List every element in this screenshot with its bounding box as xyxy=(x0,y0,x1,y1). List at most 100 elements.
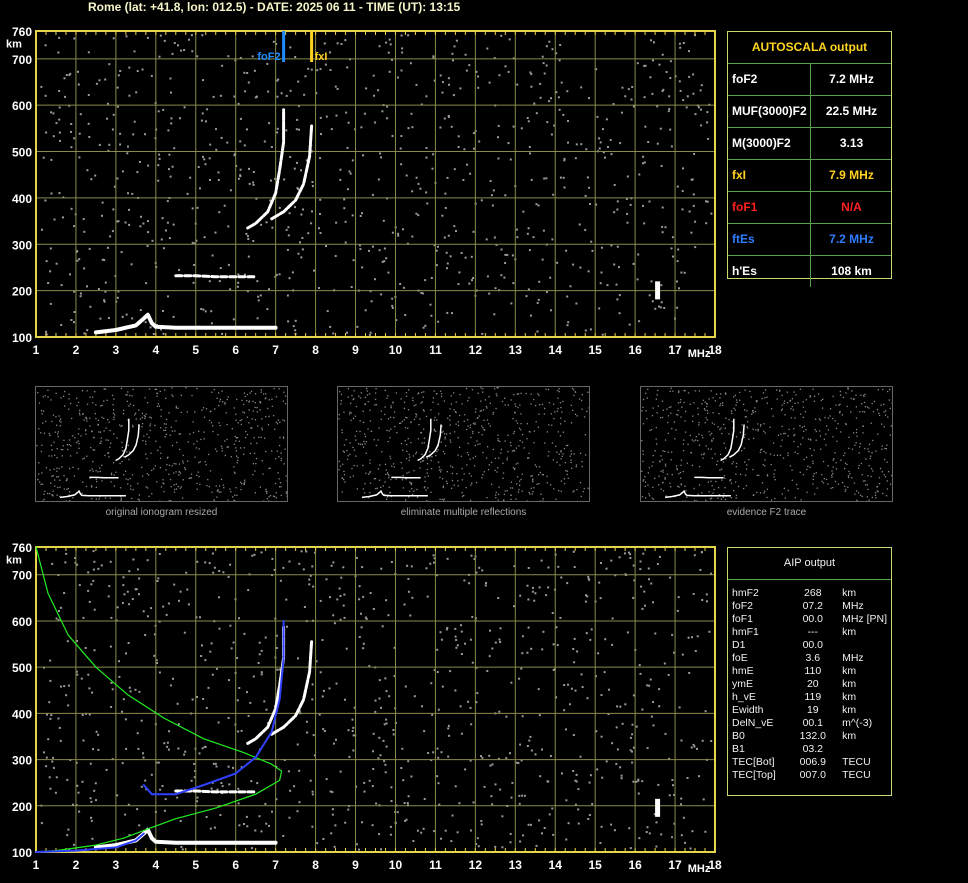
autoscala-row-value: 7.9 MHz xyxy=(829,168,874,182)
autoscala-row-ftes: ftEs 7.2 MHz xyxy=(728,224,891,256)
aip-param-value: 19 xyxy=(806,704,819,716)
x-tick-label: 6 xyxy=(232,858,239,872)
y-tick-label: 400 xyxy=(12,192,32,206)
y-tick-label: 200 xyxy=(12,800,32,814)
aip-param-name: h_vE xyxy=(732,691,756,703)
aip-param-unit: km xyxy=(842,587,857,599)
aip-param-name: DelN_vE xyxy=(732,717,774,729)
autoscala-row-value: 7.2 MHz xyxy=(829,72,874,86)
grid-lines xyxy=(35,547,716,853)
aip-param-value: --- xyxy=(807,626,819,638)
aip-param-unit: MHz xyxy=(842,600,864,612)
aip-row: B1 03.2 xyxy=(732,743,891,756)
y-tick-label: 300 xyxy=(12,754,32,768)
aip-param-value: 132.0 xyxy=(799,730,826,742)
x-tick-label: 2 xyxy=(73,858,80,872)
x-tick-label: 14 xyxy=(549,858,563,872)
x-tick-label: 3 xyxy=(113,858,120,872)
aip-row: ymE 20 km xyxy=(732,678,891,691)
x-tick-label: 17 xyxy=(668,343,682,357)
x-tick-label: 15 xyxy=(588,858,602,872)
x-tick-label: 9 xyxy=(352,858,359,872)
ionogram-header: Rome (lat: +41.8, lon: 012.5) - DATE: 20… xyxy=(88,0,461,14)
thumbnail-caption: eliminate multiple reflections xyxy=(400,507,527,518)
y-tick-label: 700 xyxy=(12,569,32,583)
thumbnail-original xyxy=(35,386,288,502)
aip-param-name: hmF1 xyxy=(732,626,759,638)
aip-param-value: 20 xyxy=(806,678,819,690)
x-tick-label: 4 xyxy=(152,858,159,872)
autoscala-row-value: 108 km xyxy=(831,264,872,278)
autoscala-row-label: MUF(3000)F2 xyxy=(732,96,811,127)
x-tick-label: 14 xyxy=(549,343,563,357)
autoscala-title: AUTOSCALA output xyxy=(728,32,891,64)
fxI-marker-label: fxI xyxy=(315,51,328,63)
aip-param-name: B1 xyxy=(732,743,745,755)
y-tick-label: 300 xyxy=(12,238,32,252)
y-tick-label: 100 xyxy=(12,846,32,860)
f2-ordinary-trace xyxy=(246,624,286,745)
aip-output-panel: AIP output hmF2 268 km foF2 07.2 MHz foF1 00.0 M… xyxy=(727,547,892,796)
autoscala-row-fof2: foF2 7.2 MHz xyxy=(728,64,891,96)
autoscala-row-value: N/A xyxy=(841,200,862,214)
y-axis-unit: km xyxy=(6,39,22,51)
y-tick-label: 500 xyxy=(12,661,32,675)
y-tick-label: 760 xyxy=(12,25,32,39)
x-tick-label: 11 xyxy=(429,343,442,357)
aip-param-unit: km xyxy=(842,678,857,690)
aip-param-name: ymE xyxy=(732,678,753,690)
aip-param-value: 119 xyxy=(804,691,822,703)
aip-param-name: B0 xyxy=(732,730,745,742)
x-tick-label: 15 xyxy=(588,343,602,357)
autoscala-row-value: 7.2 MHz xyxy=(829,232,874,246)
aip-param-name: D1 xyxy=(732,639,746,651)
aip-param-value: 00.0 xyxy=(802,613,824,625)
x-tick-label: 4 xyxy=(152,343,159,357)
x-tick-label: 6 xyxy=(232,343,239,357)
aip-param-unit: km xyxy=(842,704,857,716)
f2-reconstructed-trace xyxy=(142,619,285,796)
aip-param-name: hmE xyxy=(732,665,754,677)
x-tick-label: 7 xyxy=(272,343,279,357)
aip-row: h_vE 119 km xyxy=(732,691,891,704)
aip-param-value: 03.2 xyxy=(802,743,824,755)
aip-param-unit: km xyxy=(842,691,857,703)
aip-param-name: foF2 xyxy=(732,600,754,612)
x-tick-label: 1 xyxy=(33,858,40,872)
y-tick-label: 600 xyxy=(12,99,32,113)
y-tick-label: 760 xyxy=(12,541,32,555)
aip-row: hmF1 --- km xyxy=(732,626,891,639)
x-tick-label: 7 xyxy=(272,858,279,872)
f2-ordinary-trace xyxy=(246,108,286,230)
y-tick-label: 400 xyxy=(12,707,32,721)
aip-row: D1 00.0 xyxy=(732,639,891,652)
x-tick-label: 17 xyxy=(668,858,682,872)
autoscala-row-muf-3000-f2: MUF(3000)F2 22.5 MHz xyxy=(728,96,891,128)
y-axis-unit: km xyxy=(6,555,22,567)
aip-param-unit: m^(-3) xyxy=(842,717,873,729)
aip-param-value: 007.0 xyxy=(799,769,826,781)
es-trace xyxy=(174,274,258,279)
interference-spot xyxy=(655,798,661,817)
aip-title: AIP output xyxy=(728,548,891,580)
aip-param-value: 110 xyxy=(804,665,822,677)
thumbnail-trace xyxy=(720,418,735,462)
aip-param-unit: km xyxy=(842,730,857,742)
aip-param-value: 268 xyxy=(804,587,822,599)
y-tick-label: 100 xyxy=(12,331,32,345)
x-tick-label: 16 xyxy=(628,343,642,357)
x-tick-label: 9 xyxy=(352,343,359,357)
x-tick-label: 12 xyxy=(469,858,483,872)
aip-param-unit xyxy=(842,639,891,652)
x-axis-unit: MHz xyxy=(688,348,711,360)
y-tick-label: 600 xyxy=(12,615,32,629)
aip-param-value: 07.2 xyxy=(802,600,824,612)
aip-param-value: 3.6 xyxy=(805,652,821,664)
aip-row: DelN_vE 00.1 m^(-3) xyxy=(732,717,891,730)
aip-param-value: 00.0 xyxy=(802,639,824,651)
x-tick-label: 16 xyxy=(628,858,642,872)
autoscala-row-fxi: fxI 7.9 MHz xyxy=(728,160,891,192)
autoscala-row-label: foF1 xyxy=(732,192,811,223)
x-axis-unit: MHz xyxy=(688,863,711,875)
aip-param-name: TEC[Top] xyxy=(732,769,776,781)
